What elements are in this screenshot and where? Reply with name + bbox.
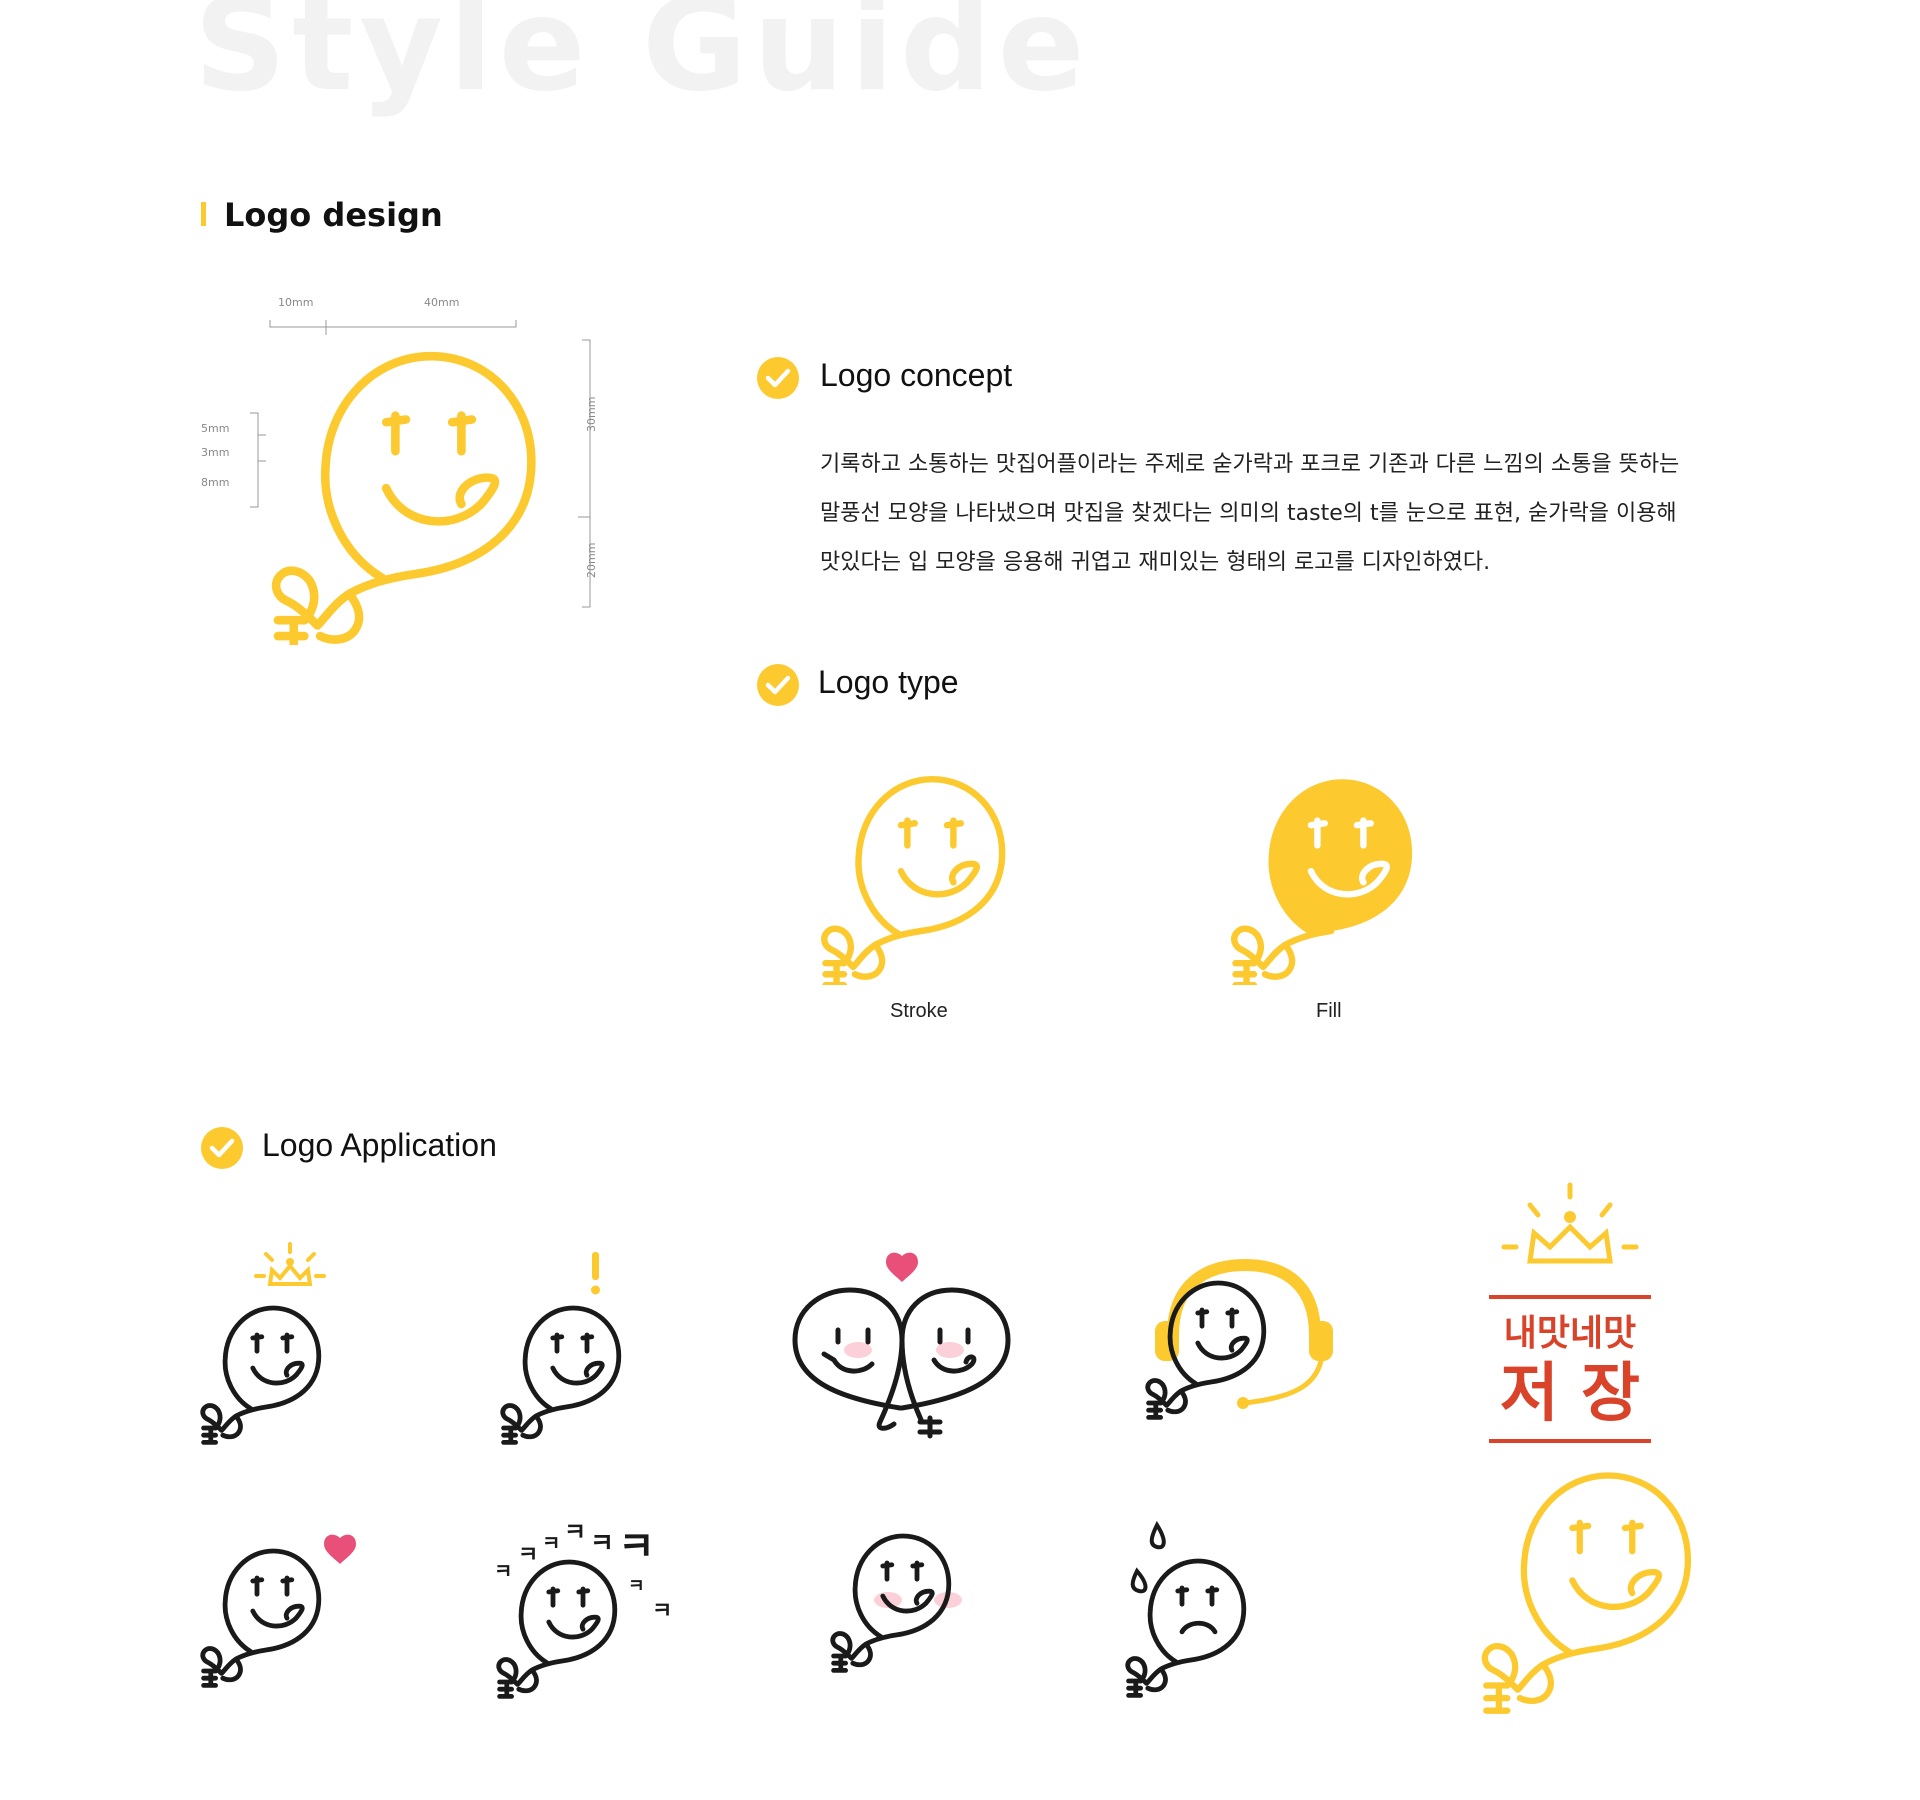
logo-fill-label: Fill <box>1316 1000 1342 1022</box>
dim-label-20mm: 20mm <box>585 542 598 578</box>
logo-dimension-diagram <box>250 320 591 645</box>
dim-label-30mm: 30mm <box>585 396 598 432</box>
dim-label-8mm: 8mm <box>201 476 230 489</box>
mascot-blush <box>830 1530 962 1710</box>
logo-concept-text: 기록하고 소통하는 맛집어플이라는 주제로 숟가락과 포크로 기존과 다른 느낌… <box>820 440 1720 587</box>
banner-line-1: 내맛네맛 <box>1504 1313 1636 1354</box>
laugh-char: ㅋ <box>590 1529 614 1559</box>
laugh-char: ㅋ <box>564 1518 586 1546</box>
check-icon <box>757 664 799 706</box>
mascot-heart <box>200 1534 356 1720</box>
concept-line: 기록하고 소통하는 맛집어플이라는 주제로 숟가락과 포크로 기존과 다른 느낌… <box>820 452 1680 477</box>
mascot-laugh: ㅋ ㅋ ㅋ ㅋ ㅋ ㅋ ㅋ ㅋ <box>494 1518 672 1710</box>
exclaim-stroke <box>592 1252 599 1280</box>
mascot-sad <box>1125 1520 1247 1698</box>
sweat-drop-icon <box>1130 1567 1148 1594</box>
logo-concept-title: Logo concept <box>820 357 1013 393</box>
logo-type-title: Logo type <box>818 664 959 700</box>
mascot-headset <box>1145 1258 1333 1455</box>
headset-mic <box>1237 1397 1249 1409</box>
crown-jewel <box>1564 1211 1576 1223</box>
banner-rule-bottom <box>1489 1439 1651 1443</box>
sweat-drop-icon <box>1149 1520 1166 1550</box>
concept-line: 맛있다는 입 모양을 응용해 귀엽고 재미있는 형태의 로고를 디자인하였다. <box>820 550 1491 575</box>
save-banner: 내맛네맛 저 장 <box>1480 1182 1720 1715</box>
concept-line: 말풍선 모양을 나타냈으며 맛집을 찾겠다는 의미의 taste의 t를 눈으로… <box>820 501 1677 526</box>
laugh-char: ㅋ <box>628 1576 645 1597</box>
mascot-couple <box>792 1252 1011 1439</box>
logo-fill-variant <box>1231 779 1413 985</box>
exclaim-dot <box>591 1285 600 1295</box>
mascot-exclaim <box>500 1252 660 1460</box>
laugh-char: ㅋ <box>518 1543 538 1568</box>
section-accent-bar <box>201 202 206 226</box>
banner-line-2: 저 장 <box>1500 1357 1640 1431</box>
crown-jewel <box>286 1258 294 1266</box>
headset-ear-right <box>1309 1321 1333 1361</box>
heart-icon <box>886 1252 918 1282</box>
mascot-crown <box>200 1242 326 1460</box>
laugh-char: ㅋ <box>494 1559 512 1583</box>
logo-stroke-variant <box>815 770 1045 985</box>
section-title: Logo design <box>224 196 443 234</box>
logo-stroke-label: Stroke <box>890 1000 948 1022</box>
laugh-char: ㅋ <box>652 1599 672 1624</box>
banner-rule-top <box>1489 1295 1651 1299</box>
heart-icon <box>324 1534 356 1564</box>
dim-label-40mm: 40mm <box>424 296 460 309</box>
logo-application-title: Logo Application <box>262 1127 497 1163</box>
dim-label-3mm: 3mm <box>201 446 230 459</box>
check-icon <box>201 1127 243 1169</box>
dim-label-5mm: 5mm <box>201 422 230 435</box>
dim-label-10mm: 10mm <box>278 296 314 309</box>
laugh-char: ㅋ <box>542 1531 560 1555</box>
laugh-char: ㅋ <box>618 1524 655 1570</box>
page-title: Style Guide <box>194 0 1091 120</box>
check-icon <box>757 357 799 399</box>
